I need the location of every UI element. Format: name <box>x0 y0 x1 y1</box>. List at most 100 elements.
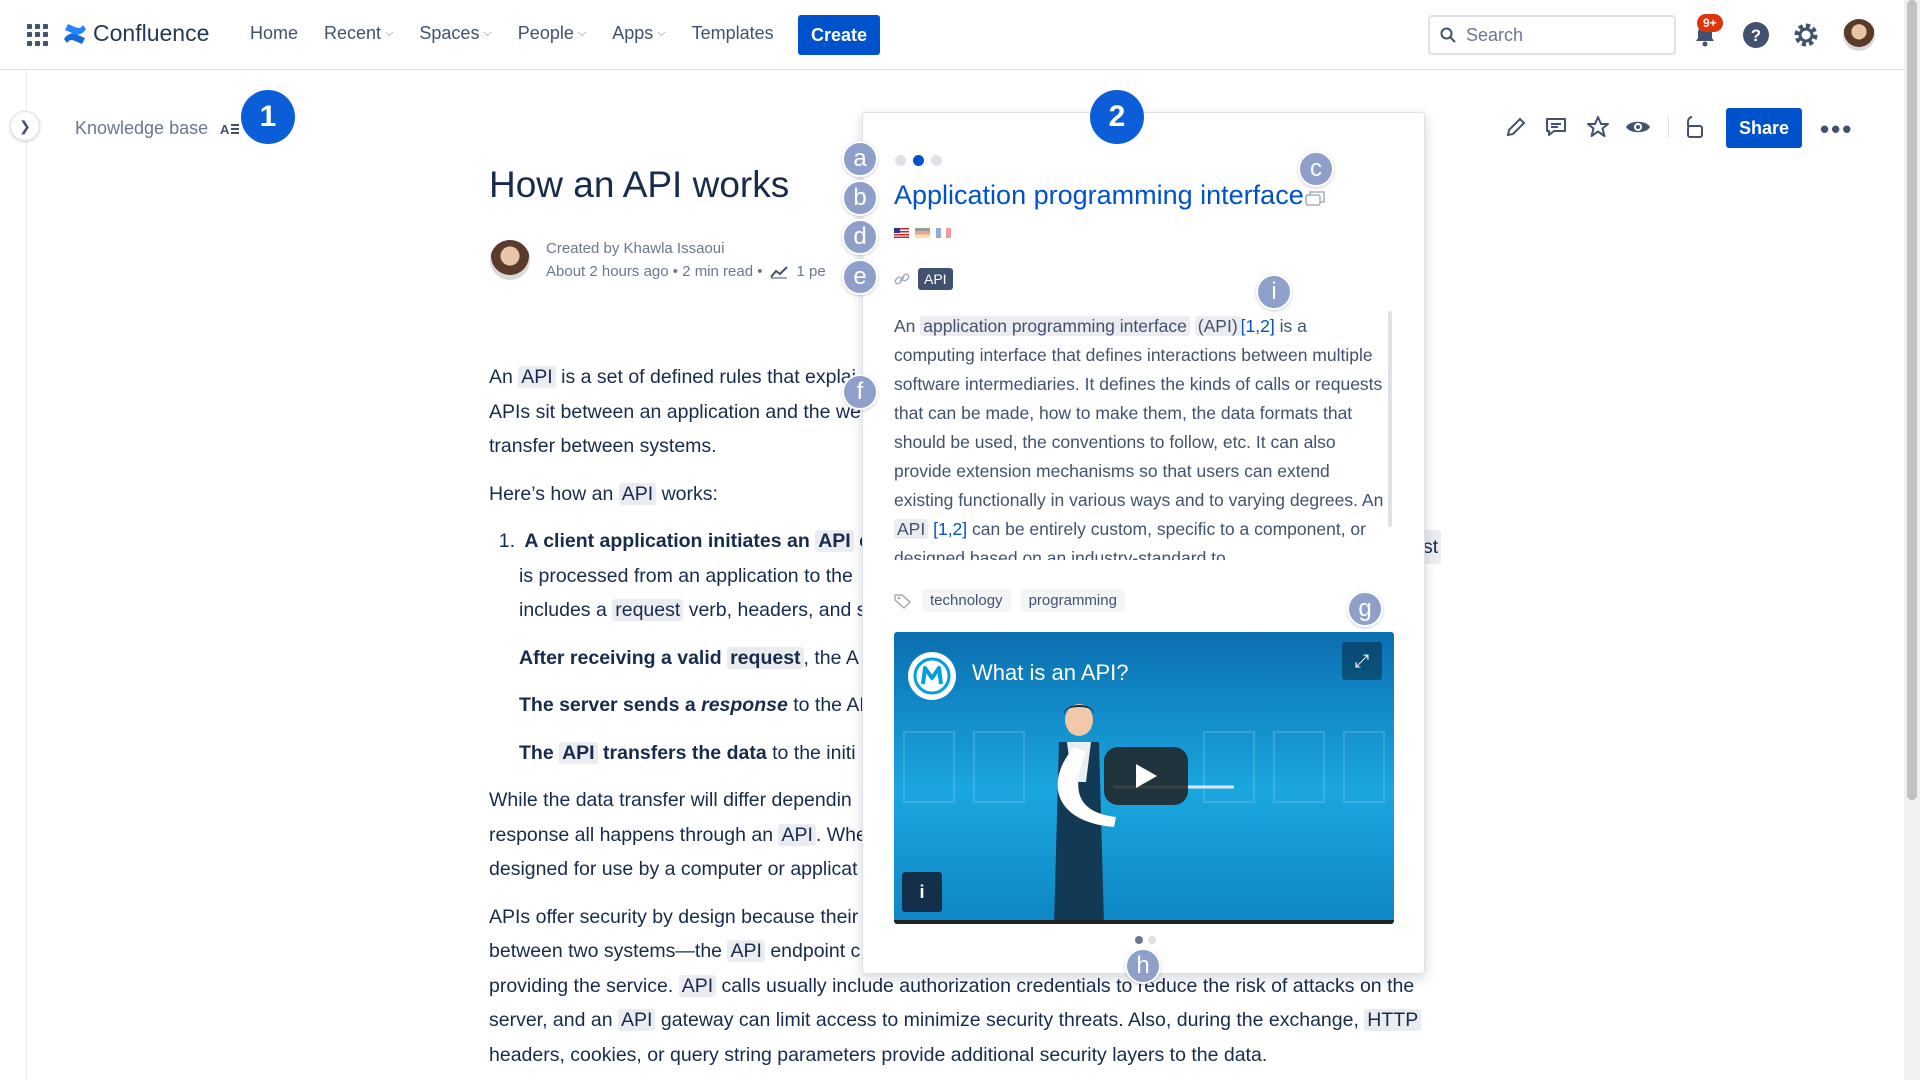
play-icon <box>1136 764 1157 788</box>
alias-chip[interactable]: API <box>918 268 953 290</box>
profile-avatar[interactable] <box>1843 19 1875 51</box>
pager-dot-active[interactable] <box>913 155 924 166</box>
media-pager-dot-active[interactable] <box>1135 936 1143 944</box>
video-play-button[interactable] <box>1104 747 1188 805</box>
glossary-term-api[interactable]: API <box>618 482 657 505</box>
nav-home[interactable]: Home <box>240 14 308 53</box>
star-button[interactable] <box>1584 113 1612 141</box>
create-button[interactable]: Create <box>798 15 880 55</box>
text: to the AP <box>793 694 873 716</box>
help-button[interactable]: ? <box>1741 20 1771 50</box>
text: . Whe <box>815 823 867 846</box>
nav-recent[interactable]: Recent ⌵ <box>314 14 403 53</box>
text: The server sends a <box>519 694 696 716</box>
scrollbar-thumb[interactable] <box>1907 0 1917 800</box>
settings-button[interactable] <box>1791 20 1821 50</box>
edit-button[interactable] <box>1502 113 1530 141</box>
callout-letter-c: c <box>1298 151 1334 187</box>
us-flag-icon[interactable] <box>894 228 909 238</box>
text: After receiving a valid <box>519 646 722 669</box>
pager-dot[interactable] <box>931 155 942 166</box>
text: designed for use by a computer or applic… <box>489 858 858 880</box>
reference-link[interactable]: [1,2] <box>1241 316 1275 336</box>
definition-scrollbar[interactable] <box>1388 311 1392 527</box>
list-number: 1. <box>498 530 515 552</box>
glossary-term-api[interactable]: API <box>778 823 816 846</box>
author-avatar[interactable] <box>490 240 530 280</box>
app-switcher-icon[interactable] <box>27 24 49 46</box>
svg-text:A: A <box>220 122 230 136</box>
expand-sidebar-button[interactable]: ❯ <box>10 111 40 141</box>
comment-button[interactable] <box>1542 113 1570 141</box>
glossary-term-api[interactable]: API <box>678 974 717 997</box>
callout-letter-h: h <box>1125 948 1161 984</box>
definition-term: application programming interface <box>920 316 1190 336</box>
breadcrumb: Knowledge base A <box>75 118 240 139</box>
popup-term-title[interactable]: Application programming interface <box>894 180 1304 211</box>
analytics-icon[interactable] <box>770 265 789 279</box>
video-info-button[interactable]: i <box>902 872 942 912</box>
callout-letter-g: g <box>1347 591 1383 627</box>
chevron-down-icon: ⌵ <box>483 27 492 39</box>
share-button[interactable]: Share <box>1726 108 1802 148</box>
pager-dot[interactable] <box>895 155 906 166</box>
restrictions-button[interactable] <box>1680 113 1708 141</box>
unlock-icon <box>1687 116 1703 138</box>
text: endpoint c <box>770 940 861 962</box>
glossary-popup: Application programming interface API An… <box>862 112 1425 974</box>
page-views[interactable]: 1 pe <box>796 260 825 283</box>
glossary-term-api[interactable]: API <box>559 741 598 764</box>
tag-programming[interactable]: programming <box>1020 589 1125 612</box>
glossary-term-api[interactable]: API <box>618 1009 656 1031</box>
video-player[interactable]: What is an API? ⤢ i <box>894 632 1394 924</box>
text: verb, headers, and s <box>688 599 867 621</box>
more-actions-icon[interactable]: ••• <box>1820 114 1853 145</box>
search-input[interactable]: Search <box>1428 15 1676 55</box>
fullscreen-icon[interactable]: ⤢ <box>1342 642 1382 680</box>
nav-people[interactable]: People ⌵ <box>508 14 596 53</box>
tag-technology[interactable]: technology <box>922 589 1011 612</box>
de-flag-icon[interactable] <box>915 228 930 238</box>
glossary-term-request[interactable]: request <box>727 646 804 669</box>
text: A client application initiates an <box>524 530 810 552</box>
glossary-term-api[interactable]: API <box>727 940 765 962</box>
breadcrumb-space[interactable]: Knowledge base <box>75 118 208 139</box>
text: APIs sit between an application and the … <box>489 400 861 423</box>
page-title: How an API works <box>489 164 790 205</box>
pencil-icon <box>1506 117 1526 137</box>
glossary-term-http[interactable]: HTTP <box>1364 1009 1422 1031</box>
glossary-term-api[interactable]: API <box>815 530 854 552</box>
watch-button[interactable] <box>1624 113 1652 141</box>
glossary-term-api[interactable]: API <box>894 519 929 539</box>
confluence-logo[interactable]: Confluence <box>63 20 209 47</box>
nav-apps[interactable]: Apps ⌵ <box>602 14 675 53</box>
glossary-term-api[interactable]: API <box>518 366 556 388</box>
comment-icon <box>1546 118 1566 136</box>
nav-templates[interactable]: Templates <box>682 14 784 53</box>
reference-link[interactable]: [1,2] <box>933 519 967 539</box>
glossary-term-request[interactable]: request <box>612 599 684 621</box>
page-byline: Created by Khawla Issaoui About 2 hours … <box>546 237 826 283</box>
page-tree-icon[interactable]: A <box>220 122 240 136</box>
video-title: What is an API? <box>972 660 1129 685</box>
page-scrollbar[interactable] <box>1904 0 1920 1080</box>
fr-flag-icon[interactable] <box>936 228 951 238</box>
text: Here’s how an <box>489 482 614 505</box>
gear-icon <box>1794 23 1818 47</box>
created-by[interactable]: Created by Khawla Issaoui <box>546 237 826 260</box>
mulesoft-logo-icon <box>913 657 951 695</box>
search-placeholder: Search <box>1466 24 1524 45</box>
text: providing the service. <box>489 974 674 997</box>
waiter-illustration <box>1054 704 1116 920</box>
callout-letter-i: i <box>1256 274 1292 310</box>
text: The <box>519 741 554 764</box>
copy-icon[interactable] <box>1305 190 1325 206</box>
nav-spaces[interactable]: Spaces ⌵ <box>409 14 501 53</box>
media-pager <box>1135 936 1156 944</box>
text: calls usually include authorization cred… <box>721 974 1415 997</box>
text: transfers the data <box>603 741 767 764</box>
popup-aliases: API <box>894 268 953 290</box>
media-pager-dot[interactable] <box>1148 936 1156 944</box>
text: is processed from an application to the <box>519 564 853 587</box>
text: An <box>894 316 916 336</box>
